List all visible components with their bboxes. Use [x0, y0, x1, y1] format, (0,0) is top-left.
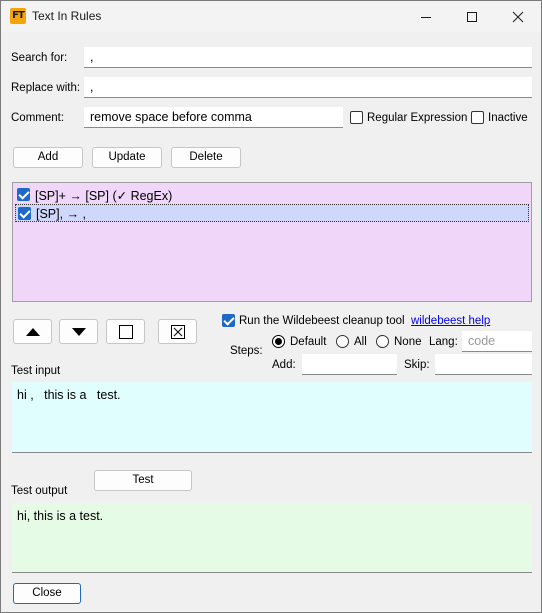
- test-input-label: Test input: [11, 365, 61, 377]
- search-input[interactable]: ,: [84, 47, 532, 68]
- close-button[interactable]: Close: [13, 583, 81, 604]
- rule-text: [SP], → ,: [36, 207, 87, 221]
- rule-row[interactable]: [SP]+ → [SP] (✓ RegEx): [15, 186, 529, 204]
- regex-label: Regular Expression: [367, 112, 468, 124]
- steps-none-radio[interactable]: [376, 335, 389, 348]
- maximize-icon: [467, 11, 477, 22]
- text-in-rules-window: FT Text In Rules Search for: , Replace w…: [0, 0, 542, 613]
- wildebeest-help-link[interactable]: wildebeest help: [411, 315, 490, 327]
- app-icon: FT: [10, 8, 26, 24]
- lang-label: Lang:: [429, 336, 458, 348]
- move-down-button[interactable]: [59, 319, 98, 344]
- replace-label: Replace with:: [11, 82, 81, 94]
- lang-input[interactable]: code: [462, 331, 532, 352]
- minimize-button[interactable]: [403, 1, 449, 32]
- replace-input[interactable]: ,: [84, 77, 532, 98]
- minimize-icon: [421, 16, 431, 18]
- test-output-label: Test output: [11, 485, 68, 497]
- crossed-square-button[interactable]: [158, 319, 197, 344]
- steps-label: Steps:: [230, 345, 263, 357]
- wildebeest-label: Run the Wildebeest cleanup tool: [239, 315, 405, 327]
- square-button[interactable]: [106, 319, 145, 344]
- close-window-button[interactable]: [495, 1, 541, 32]
- add-button[interactable]: Add: [13, 147, 83, 168]
- update-button[interactable]: Update: [92, 147, 162, 168]
- steps-all-radio[interactable]: [336, 335, 349, 348]
- delete-button[interactable]: Delete: [171, 147, 241, 168]
- steps-all-label: All: [354, 336, 367, 348]
- inactive-checkbox[interactable]: [471, 111, 484, 124]
- steps-default-radio[interactable]: [272, 335, 285, 348]
- crossed-square-icon: [170, 324, 185, 339]
- maximize-button[interactable]: [449, 1, 495, 32]
- test-output-area[interactable]: hi, this is a test.: [12, 503, 532, 573]
- rules-list[interactable]: [SP]+ → [SP] (✓ RegEx) [SP], → ,: [12, 182, 532, 302]
- comment-input[interactable]: remove space before comma: [84, 107, 343, 128]
- move-up-button[interactable]: [13, 319, 52, 344]
- rule-checkbox[interactable]: [17, 188, 30, 201]
- triangle-up-icon: [25, 327, 40, 336]
- steps-none-label: None: [394, 336, 422, 348]
- skip-label: Skip:: [404, 359, 430, 371]
- test-button[interactable]: Test: [94, 470, 192, 491]
- regex-checkbox[interactable]: [350, 111, 363, 124]
- rule-checkbox[interactable]: [18, 207, 31, 220]
- test-input-area[interactable]: hi , this is a test.: [12, 382, 532, 453]
- rule-row-selected[interactable]: [SP], → ,: [15, 204, 529, 222]
- rule-text: [SP]+ → [SP] (✓ RegEx): [35, 189, 173, 203]
- skip-input[interactable]: [435, 354, 532, 375]
- add-input[interactable]: [302, 354, 397, 375]
- triangle-down-icon: [71, 327, 86, 336]
- steps-default-label: Default: [290, 336, 327, 348]
- window-title: Text In Rules: [32, 9, 102, 23]
- search-label: Search for:: [11, 52, 68, 64]
- wildebeest-checkbox[interactable]: [222, 314, 235, 327]
- square-icon: [118, 324, 133, 339]
- close-icon: [512, 11, 524, 22]
- title-bar[interactable]: FT Text In Rules: [1, 1, 541, 32]
- comment-label: Comment:: [11, 112, 65, 124]
- inactive-label: Inactive: [488, 112, 528, 124]
- add-label: Add:: [272, 359, 296, 371]
